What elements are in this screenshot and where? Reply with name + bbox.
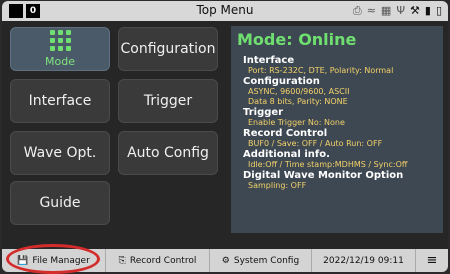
mode-button[interactable]: Mode — [10, 27, 110, 71]
section-title-additional-info: Additional info. — [243, 149, 330, 160]
section-value: Data 8 bits, Parity: NONE — [248, 97, 348, 106]
trigger-button[interactable]: Trigger — [118, 79, 218, 123]
configuration-button[interactable]: Configuration — [118, 27, 218, 71]
battery-icon: ▯ — [435, 4, 442, 17]
highlight-ring — [6, 244, 100, 274]
record-icon: ⎘ — [118, 255, 126, 266]
section-value: BUF0 / Save: OFF / Auto Run: OFF — [248, 139, 383, 148]
section-value: Port: RS-232C, DTE, Polarity: Normal — [248, 66, 394, 75]
section-value: Enable Trigger No: None — [248, 118, 345, 127]
record-control-button[interactable]: ⎘ Record Control — [106, 249, 210, 272]
auto-config-button[interactable]: Auto Config — [118, 131, 218, 175]
interface-button[interactable]: Interface — [10, 79, 110, 123]
gear-icon: ⚙ — [221, 255, 230, 266]
section-value: Idle:Off / Time stamp:MDHMS / Sync:Off — [248, 160, 408, 169]
section-value: Sampling: OFF — [248, 181, 307, 190]
main-area: Mode Configuration Interface Trigger Wav… — [2, 21, 448, 249]
system-config-button[interactable]: ⚙ System Config — [210, 249, 312, 272]
printer-icon: ⎙ — [352, 4, 362, 17]
usb-icon: Ψ — [396, 4, 405, 17]
sd-card-icon: ▮ — [424, 4, 431, 17]
section-value: ASYNC, 9600/9600, ASCII — [248, 87, 350, 96]
section-title-configuration: Configuration — [243, 76, 320, 87]
grid-icon — [49, 30, 71, 51]
top-bar: 0 Top Menu ⎙ ≈ ▦ Ψ ⚒ ▮ ▯ — [2, 1, 448, 21]
date-time: 2022/12/19 09:11 — [312, 249, 416, 272]
network-icon: ▦ — [380, 4, 392, 17]
section-title-trigger: Trigger — [243, 107, 284, 118]
guide-button[interactable]: Guide — [10, 181, 110, 225]
mode-status: Mode: Online — [237, 30, 357, 49]
system-config-label: System Config — [233, 255, 300, 266]
section-title-interface: Interface — [243, 55, 295, 66]
wifi-icon: ≈ — [366, 4, 376, 17]
mode-button-label: Mode — [45, 55, 75, 68]
status-panel: Mode: Online Interface Port: RS-232C, DT… — [231, 26, 443, 233]
section-title-record-control: Record Control — [243, 128, 328, 139]
record-control-label: Record Control — [129, 255, 197, 266]
menu-icon[interactable]: ≡ — [416, 249, 448, 272]
section-title-digital-wave: Digital Wave Monitor Option — [243, 170, 404, 181]
tools-icon: ⚒ — [410, 4, 420, 17]
device-screen: 0 Top Menu ⎙ ≈ ▦ Ψ ⚒ ▮ ▯ Mode Configurat… — [2, 1, 448, 272]
wave-opt-button[interactable]: Wave Opt. — [10, 131, 110, 175]
